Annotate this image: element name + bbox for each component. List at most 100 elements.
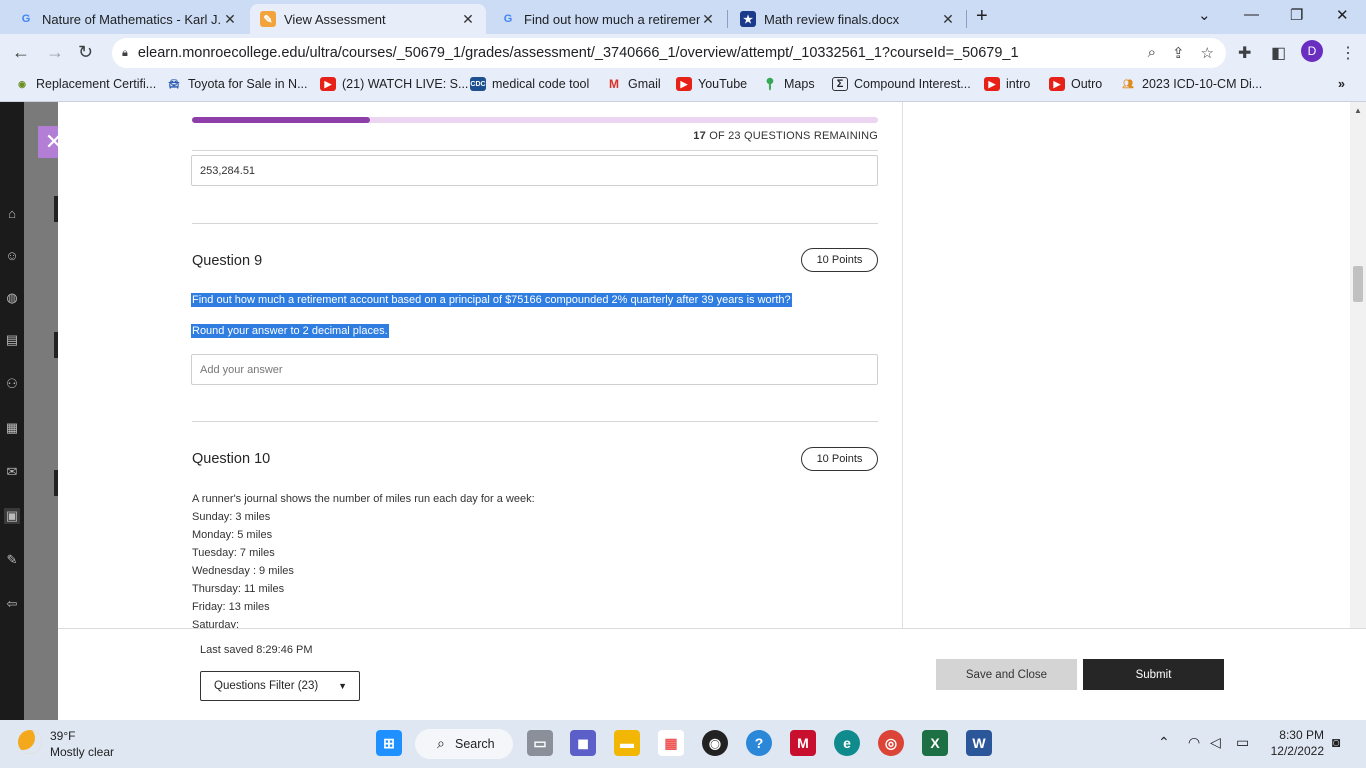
- bookmark-label: Replacement Certifi...: [36, 77, 157, 91]
- side-panel-icon[interactable]: ◧: [1271, 43, 1286, 63]
- question-8-answer-field[interactable]: 253,284.51: [191, 155, 878, 186]
- bookmark-compound-interest[interactable]: Σ Compound Interest...: [832, 77, 971, 91]
- globe-icon[interactable]: ◍: [4, 290, 20, 306]
- bookmark-label: (21) WATCH LIVE: S...: [342, 77, 469, 91]
- questions-remaining: 17 OF 23 QUESTIONS REMAINING: [693, 130, 878, 142]
- youtube-icon: ▶: [320, 77, 336, 91]
- bookmark-medical-code-tool[interactable]: CDC medical code tool: [470, 77, 589, 91]
- weather-condition[interactable]: Mostly clear: [50, 745, 114, 759]
- bookmark-toyota[interactable]: 🚘︎ Toyota for Sale in N...: [166, 77, 307, 91]
- tab-title: Find out how much a retirement: [524, 11, 700, 27]
- submit-button[interactable]: Submit: [1083, 659, 1224, 690]
- excel-icon[interactable]: X: [922, 730, 948, 756]
- close-tab-icon[interactable]: ✕: [700, 11, 716, 28]
- groups-icon[interactable]: ⚇: [4, 376, 20, 392]
- mcafee-shield-icon[interactable]: M: [790, 730, 816, 756]
- courses-icon[interactable]: ▤: [4, 332, 20, 348]
- tray-overflow-chevron-icon[interactable]: ⌃: [1158, 734, 1170, 751]
- blackboard-icon: ✎: [260, 11, 276, 27]
- new-tab-button[interactable]: +: [976, 5, 988, 28]
- scroll-up-arrow-icon[interactable]: ▲: [1354, 106, 1362, 115]
- battery-icon[interactable]: ▭: [1236, 734, 1249, 751]
- notifications-icon[interactable]: ◙: [1332, 734, 1340, 750]
- progress-fill: [192, 117, 371, 123]
- youtube-icon: ▶: [1049, 77, 1065, 91]
- help-icon[interactable]: ?: [746, 730, 772, 756]
- profile-icon[interactable]: ☺: [4, 248, 20, 264]
- extensions-puzzle-icon[interactable]: ✚: [1238, 43, 1251, 63]
- share-icon[interactable]: ⇪: [1172, 44, 1185, 62]
- question-9-text-line-2: Round your answer to 2 decimal places.: [191, 324, 389, 338]
- tab-view-assessment[interactable]: ✎ View Assessment ✕: [250, 4, 486, 34]
- calendar-icon[interactable]: ▦: [4, 420, 20, 436]
- forward-arrow-icon[interactable]: →: [46, 42, 64, 63]
- question-10-intro: A runner's journal shows the number of m…: [192, 493, 535, 505]
- back-arrow-icon[interactable]: ←: [12, 42, 30, 63]
- task-view-icon[interactable]: ▭: [527, 730, 553, 756]
- scrollbar-thumb[interactable]: [1353, 266, 1363, 302]
- close-tab-icon[interactable]: ✕: [222, 11, 238, 28]
- questions-filter-dropdown[interactable]: Questions Filter (23) ▼: [200, 671, 360, 701]
- grades-icon[interactable]: ▣: [4, 508, 20, 524]
- question-10-title: Question 10: [192, 451, 271, 467]
- sign-out-icon[interactable]: ⇦: [4, 596, 20, 612]
- close-tab-icon[interactable]: ✕: [460, 11, 476, 28]
- start-windows-icon[interactable]: ⊞: [376, 730, 402, 756]
- file-explorer-icon[interactable]: ▬: [614, 730, 640, 756]
- speaker-icon[interactable]: ◁: [1210, 734, 1221, 751]
- profile-avatar[interactable]: D: [1301, 40, 1323, 62]
- menu-kebab-icon[interactable]: ⋮: [1340, 43, 1356, 63]
- address-bar[interactable]: 🔒︎ elearn.monroecollege.edu/ultra/course…: [112, 38, 1226, 68]
- institution-icon[interactable]: ⌂: [4, 206, 20, 222]
- chrome-icon[interactable]: ◎: [878, 730, 904, 756]
- gmail-icon: M: [609, 77, 619, 91]
- taskbar-clock[interactable]: 8:30 PM 12/2/2022: [1262, 728, 1324, 758]
- question-10-line: Monday: 5 miles: [192, 529, 273, 541]
- bookmark-outro[interactable]: ▶ Outro: [1049, 77, 1102, 91]
- app-circle-icon[interactable]: ◉: [702, 730, 728, 756]
- page-scrollbar[interactable]: ▲: [1350, 102, 1366, 628]
- teams-chat-icon[interactable]: ◼: [570, 730, 596, 756]
- bookmark-label: YouTube: [698, 77, 748, 91]
- taskbar-search[interactable]: ⌕ Search: [415, 729, 513, 759]
- bookmark-icd-10[interactable]: 👥︎ 2023 ICD-10-CM Di...: [1120, 77, 1262, 91]
- tab-title: View Assessment: [284, 11, 386, 27]
- bookmark-gmail[interactable]: M Gmail: [606, 77, 661, 91]
- wifi-icon[interactable]: ◠: [1188, 734, 1200, 751]
- tab-find-out-how-much[interactable]: G Find out how much a retirement ✕: [490, 4, 726, 34]
- question-9-answer-field[interactable]: Add your answer: [191, 354, 878, 385]
- assessment-progress-bar: [192, 117, 878, 123]
- minimize-icon[interactable]: —: [1244, 6, 1259, 23]
- lock-icon[interactable]: 🔒︎: [122, 47, 128, 60]
- zoom-icon[interactable]: ⌕: [1148, 44, 1156, 62]
- close-tab-icon[interactable]: ✕: [940, 11, 956, 28]
- tab-nature-of-mathematics[interactable]: G Nature of Mathematics - Karl J. S ✕: [8, 4, 248, 34]
- bookmark-watch-live[interactable]: ▶ (21) WATCH LIVE: S...: [320, 77, 468, 91]
- weather-temperature[interactable]: 39°F: [50, 729, 75, 743]
- bookmark-intro[interactable]: ▶ intro: [984, 77, 1030, 91]
- url-text[interactable]: elearn.monroecollege.edu/ultra/courses/_…: [138, 45, 1019, 61]
- filter-label: Questions Filter (23): [214, 680, 319, 692]
- word-icon[interactable]: W: [966, 730, 992, 756]
- bookmark-label: intro: [1006, 77, 1031, 91]
- question-10-line: Friday: 13 miles: [192, 601, 270, 613]
- messages-icon[interactable]: ✉: [4, 464, 20, 480]
- edge-icon[interactable]: e: [834, 730, 860, 756]
- restore-icon[interactable]: ❐: [1290, 6, 1303, 24]
- question-9-title: Question 9: [192, 253, 263, 269]
- bookmark-maps[interactable]: 📍︎ Maps: [762, 77, 814, 91]
- bookmark-replacement-certificate[interactable]: ◉ Replacement Certifi...: [14, 77, 156, 91]
- google-icon: G: [21, 13, 31, 25]
- bookmark-star-icon[interactable]: ☆: [1201, 44, 1214, 62]
- tab-search-chevron-icon[interactable]: ⌄: [1198, 6, 1211, 24]
- microsoft-store-icon[interactable]: ▦: [658, 730, 684, 756]
- reload-icon[interactable]: ↻: [78, 42, 93, 63]
- search-icon: ⌕: [437, 735, 445, 751]
- more-bookmarks-chevron-icon[interactable]: »: [1338, 77, 1345, 91]
- bookmark-youtube[interactable]: ▶ YouTube: [676, 77, 747, 91]
- tab-math-review-finals[interactable]: ★ Math review finals.docx ✕: [730, 4, 966, 34]
- tools-icon[interactable]: ✎: [4, 552, 20, 568]
- save-and-close-button[interactable]: Save and Close: [936, 659, 1077, 690]
- close-window-icon[interactable]: ✕: [1336, 6, 1349, 24]
- moon-weather-icon[interactable]: [18, 730, 42, 754]
